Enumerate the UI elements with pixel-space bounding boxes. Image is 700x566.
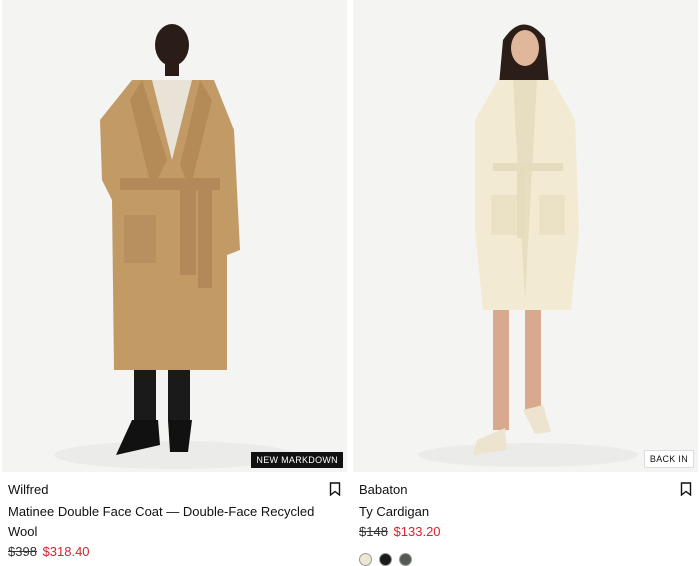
bookmark-icon[interactable] — [680, 482, 692, 496]
status-badge: BACK IN — [643, 450, 694, 468]
status-badge: NEW MARKDOWN — [251, 452, 343, 468]
product-name[interactable]: Ty Cardigan — [359, 502, 692, 522]
sale-price: $318.40 — [42, 544, 90, 559]
swatch-grey[interactable] — [399, 553, 412, 566]
swatch-black[interactable] — [379, 553, 392, 566]
product-brand[interactable]: Wilfred — [8, 482, 341, 498]
original-price: $398 — [8, 544, 37, 559]
product-image-cardigan[interactable]: BACK IN — [353, 0, 698, 472]
product-image-coat[interactable]: NEW MARKDOWN — [2, 0, 347, 472]
color-swatches — [359, 553, 692, 566]
coat-illustration — [2, 0, 347, 472]
cardigan-illustration — [353, 0, 698, 472]
product-name[interactable]: Matinee Double Face Coat — Double-Face R… — [8, 502, 341, 542]
product-card-coat[interactable]: NEW MARKDOWN Wilfred Matinee Double Face… — [2, 0, 347, 561]
price-row: $398 $318.40 — [8, 543, 341, 561]
sale-price: $133.20 — [393, 524, 441, 539]
product-brand[interactable]: Babaton — [359, 482, 692, 498]
bookmark-icon[interactable] — [329, 482, 341, 496]
original-price: $148 — [359, 524, 388, 539]
product-card-cardigan[interactable]: BACK IN Babaton Ty Cardigan $148 $133.20 — [353, 0, 698, 566]
swatch-cream[interactable] — [359, 553, 372, 566]
price-row: $148 $133.20 — [359, 523, 692, 541]
